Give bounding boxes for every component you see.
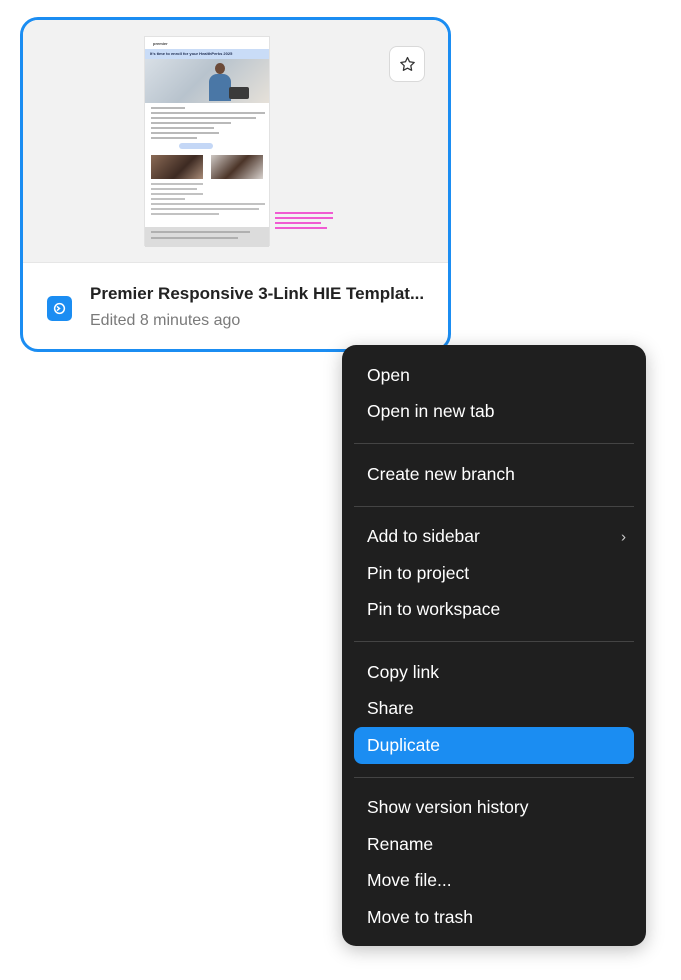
menu-item-move-file[interactable]: Move file... xyxy=(354,863,634,900)
file-card[interactable]: premier It's time to enroll for your Hea… xyxy=(20,17,451,352)
menu-item-open-in-new-tab[interactable]: Open in new tab xyxy=(354,394,634,431)
thumbnail-banner: It's time to enroll for your HealthPerks… xyxy=(145,49,269,59)
thumbnail-footer xyxy=(145,227,269,247)
file-title[interactable]: Premier Responsive 3-Link HIE Templat... xyxy=(90,284,435,304)
menu-divider xyxy=(354,641,634,642)
menu-item-create-new-branch[interactable]: Create new branch xyxy=(354,456,634,493)
menu-item-copy-link[interactable]: Copy link xyxy=(354,654,634,691)
menu-item-label: Create new branch xyxy=(367,463,515,484)
file-thumbnail[interactable]: premier It's time to enroll for your Hea… xyxy=(23,20,448,263)
context-menu: Open Open in new tab Create new branch A… xyxy=(342,345,646,946)
menu-divider xyxy=(354,443,634,444)
thumbnail-columns-text xyxy=(151,183,265,218)
thumbnail-logo: premier xyxy=(153,41,168,46)
thumbnail-photo-right xyxy=(211,155,263,179)
thumbnail-preview-image: premier It's time to enroll for your Hea… xyxy=(144,36,270,247)
favorite-button[interactable] xyxy=(389,46,425,82)
thumbnail-photo-left xyxy=(151,155,203,179)
chevron-right-icon: › xyxy=(621,528,626,546)
prototype-file-icon xyxy=(47,296,72,321)
thumbnail-banner-text: It's time to enroll for your HealthPerks… xyxy=(150,51,233,56)
menu-divider xyxy=(354,776,634,778)
thumbnail-body-text xyxy=(151,107,265,142)
menu-item-duplicate[interactable]: Duplicate xyxy=(354,727,634,764)
star-icon xyxy=(399,56,415,71)
menu-item-rename[interactable]: Rename xyxy=(354,826,634,863)
thumbnail-cta-button xyxy=(179,143,213,149)
menu-item-label: Move to trash xyxy=(367,906,474,927)
menu-item-label: Rename xyxy=(367,833,434,854)
file-card-info: Premier Responsive 3-Link HIE Templat...… xyxy=(23,263,448,349)
menu-item-label: Share xyxy=(367,698,414,719)
menu-item-share[interactable]: Share xyxy=(354,691,634,728)
menu-item-label: Duplicate xyxy=(367,734,440,755)
menu-item-move-to-trash[interactable]: Move to trash xyxy=(354,899,634,936)
menu-item-label: Pin to project xyxy=(367,562,470,583)
menu-item-show-version-history[interactable]: Show version history xyxy=(354,790,634,827)
menu-item-label: Move file... xyxy=(367,870,452,891)
menu-item-label: Open xyxy=(367,364,410,385)
menu-item-label: Copy link xyxy=(367,661,439,682)
hero-person-figure xyxy=(209,63,231,101)
menu-item-pin-to-workspace[interactable]: Pin to workspace xyxy=(354,592,634,629)
menu-item-label: Show version history xyxy=(367,797,529,818)
menu-divider xyxy=(354,505,634,507)
thumbnail-comment-note xyxy=(275,212,333,232)
menu-item-label: Add to sidebar xyxy=(367,526,480,547)
hero-laptop-figure xyxy=(229,87,249,99)
menu-item-pin-to-project[interactable]: Pin to project xyxy=(354,555,634,592)
menu-item-label: Pin to workspace xyxy=(367,599,501,620)
menu-item-label: Open in new tab xyxy=(367,401,495,422)
file-browser: premier It's time to enroll for your Hea… xyxy=(0,0,681,980)
file-edited-time: Edited 8 minutes ago xyxy=(90,312,241,329)
menu-item-open[interactable]: Open xyxy=(354,357,634,394)
thumbnail-hero-image xyxy=(145,59,269,103)
menu-item-add-to-sidebar[interactable]: Add to sidebar › xyxy=(354,519,634,556)
